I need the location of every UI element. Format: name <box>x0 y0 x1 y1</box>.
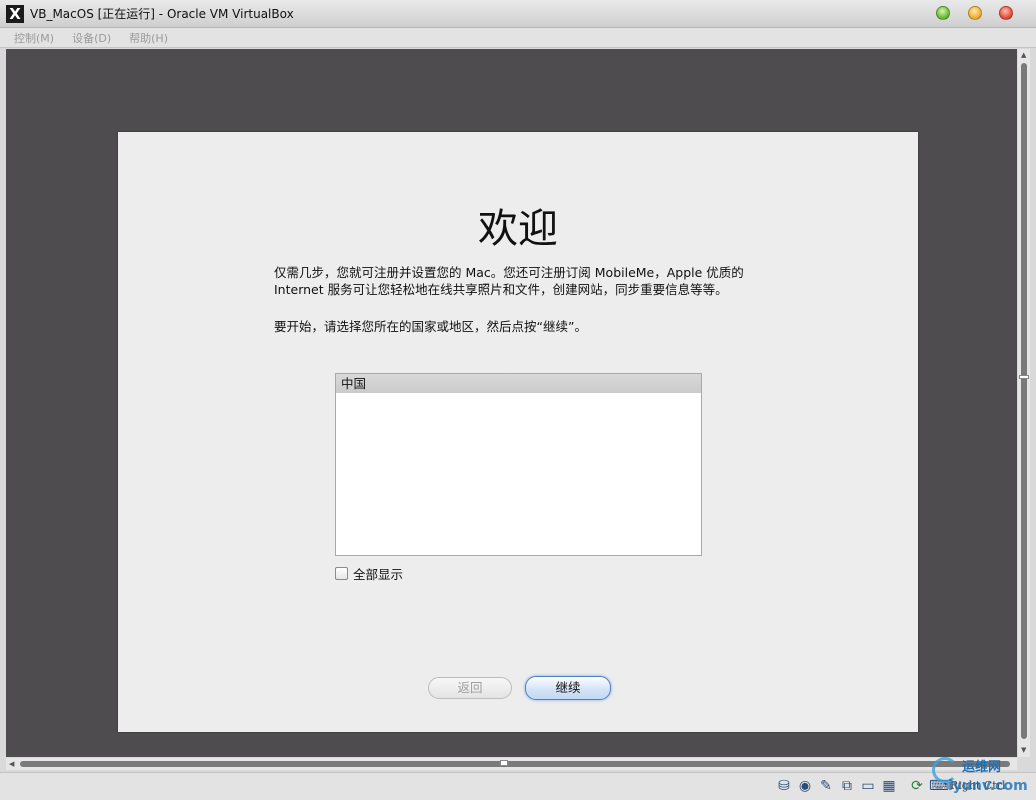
vertical-scroll-thumb[interactable] <box>1021 63 1027 739</box>
maximize-button[interactable] <box>936 6 950 20</box>
virtualbox-app-icon: X <box>6 4 24 23</box>
watermark-domain: iyunv.com <box>948 778 1028 794</box>
country-list[interactable]: 中国 <box>335 373 702 556</box>
horizontal-scroll-thumb[interactable] <box>20 761 1010 767</box>
intro-text: 仅需几步，您就可注册并设置您的 Mac。您还可注册订阅 MobileMe，App… <box>274 264 774 298</box>
optical-drive-icon[interactable]: ◉ <box>796 777 814 795</box>
minimize-button[interactable] <box>968 6 982 20</box>
menu-control[interactable]: 控制(M) <box>14 30 54 46</box>
scroll-up-arrow-icon[interactable]: ▲ <box>1021 51 1026 59</box>
menu-bar: 控制(M) 设备(D) 帮助(H) <box>0 28 1036 48</box>
menu-devices[interactable]: 设备(D) <box>72 30 111 46</box>
scroll-left-arrow-icon[interactable]: ◀ <box>9 760 14 768</box>
pencil-icon[interactable]: ✎ <box>817 777 835 795</box>
horizontal-scrollbar[interactable]: ◀ <box>6 758 1017 770</box>
watermark-text: 运维网 <box>962 760 1002 775</box>
folder-icon[interactable]: ▭ <box>859 777 877 795</box>
continue-button[interactable]: 继续 <box>525 676 611 700</box>
show-all-checkbox[interactable] <box>335 567 348 580</box>
setup-assistant-panel: 欢迎 仅需几步，您就可注册并设置您的 Mac。您还可注册订阅 MobileMe，… <box>118 132 918 732</box>
window-title: VB_MacOS [正在运行] - Oracle VM VirtualBox <box>30 7 294 21</box>
mouse-integration-icon[interactable]: ⟳ <box>908 777 926 795</box>
country-list-item[interactable]: 中国 <box>336 374 701 393</box>
vertical-scroll-grip <box>1019 375 1029 379</box>
show-all-option[interactable]: 全部显示 <box>335 564 403 583</box>
welcome-heading: 欢迎 <box>478 206 558 252</box>
window-titlebar: X VB_MacOS [正在运行] - Oracle VM VirtualBox <box>0 0 1036 28</box>
close-button[interactable] <box>999 6 1013 20</box>
intro-line-2: Internet 服务可让您轻松地在线共享照片和文件，创建网站，同步重要信息等等… <box>274 282 728 297</box>
back-button[interactable]: 返回 <box>428 677 512 699</box>
status-bar: ⛁ ◉ ✎ ⧉ ▭ ▦ ⟳ ⌨ Right Ctrl <box>0 772 1036 800</box>
vertical-scrollbar[interactable]: ▲ ▼ <box>1018 49 1030 757</box>
intro-line-1: 仅需几步，您就可注册并设置您的 Mac。您还可注册订阅 MobileMe，App… <box>274 265 744 280</box>
show-all-label[interactable]: 全部显示 <box>353 564 403 583</box>
network-icon[interactable]: ⧉ <box>838 777 856 795</box>
instruction-text: 要开始，请选择您所在的国家或地区，然后点按“继续”。 <box>274 319 587 334</box>
chip-icon[interactable]: ▦ <box>880 777 898 795</box>
menu-help[interactable]: 帮助(H) <box>129 30 168 46</box>
hard-disk-icon[interactable]: ⛁ <box>775 777 793 795</box>
scroll-down-arrow-icon[interactable]: ▼ <box>1021 746 1026 754</box>
horizontal-scroll-grip <box>500 760 508 766</box>
